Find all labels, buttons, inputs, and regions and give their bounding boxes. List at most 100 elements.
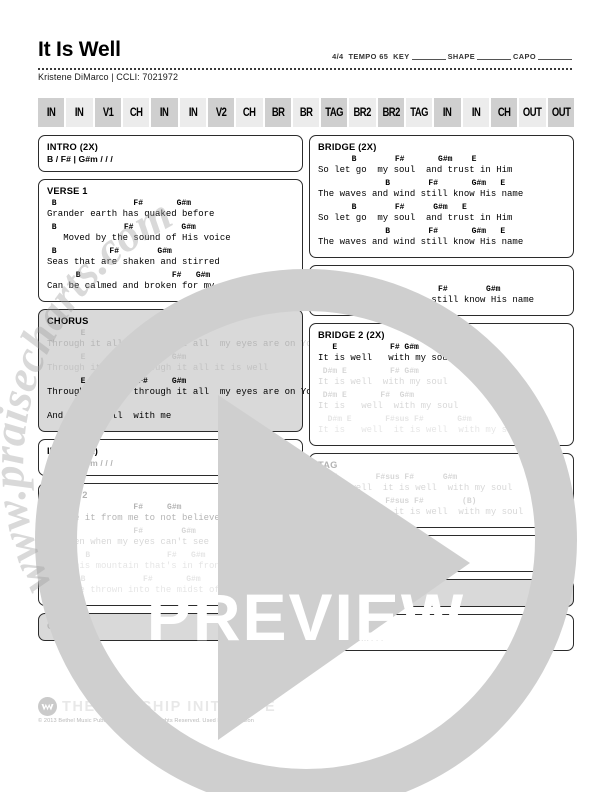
chord-row: F#	[47, 401, 86, 410]
structure-badge-in-5[interactable]: IN	[179, 98, 206, 127]
lyric-line: B F# G#m E So let go my soul and trust in…	[318, 155, 565, 176]
structure-badge-tag-13[interactable]: TAG	[406, 98, 433, 127]
lyric-line: B F# G#m Far be it from me to not believe	[47, 503, 294, 524]
lyric-row: Through it all through it all my eyes ar…	[47, 387, 318, 397]
chord-row: B F# G#m	[47, 271, 211, 280]
lyric-line: B F# G#m E The waves and wind still know …	[318, 179, 565, 200]
section-label: OUTRO (2X)	[318, 621, 374, 631]
chord-row: B F# G#m	[47, 247, 172, 256]
structure-badge-v1-2[interactable]: V1	[94, 98, 121, 127]
structure-badge-ch-16[interactable]: CH	[491, 98, 518, 127]
lyric-line: D#m E F# G#m It is well with my soul	[318, 367, 565, 388]
section-chorus-1: CHORUS E F# G#m Through it all through it…	[38, 309, 318, 432]
lyric-line: F# And it is well with me	[47, 401, 294, 422]
lyric-lines: E F# G#m Through it all through it all my…	[47, 329, 318, 422]
lyric-row: Through it all through it all it is well	[47, 363, 269, 373]
structure-badge-tag-10[interactable]: TAG	[321, 98, 348, 127]
capo-blank[interactable]	[538, 52, 572, 60]
structure-badge-label: IN	[443, 106, 452, 119]
page-footer: THE WORSHIP INITIATIVE © 2013 Bethel Mus…	[38, 697, 574, 724]
lyric-line: E F# G#m It is well with my soul	[318, 343, 565, 364]
structure-badge-br2-12[interactable]: BR2	[377, 98, 405, 127]
lyric-row: Through it all through it all my eyes ar…	[47, 339, 318, 349]
lyric-row: The waves and wind still know His name	[318, 237, 524, 247]
lyric-lines: B F# G#m Grander earth has quaked before …	[47, 199, 294, 292]
chord-row: E F#sus F# G#m	[318, 473, 458, 482]
section-verse-1: VERSE 1 B F# G#m Grander earth has quaked…	[38, 179, 303, 302]
structure-badge-in-1[interactable]: IN	[66, 98, 93, 127]
structure-badge-ch-7[interactable]: CH	[236, 98, 263, 127]
tempo-value: 65	[379, 52, 389, 61]
lyric-row: And it is well with me	[47, 411, 172, 421]
lyric-line: B F# G#m And this mountain that's in fron…	[47, 551, 294, 572]
section-label: INTRO (2X)	[318, 542, 370, 552]
lyric-row: It is well it is well with my soul	[318, 483, 513, 493]
lyric-line: B F# G#m E So let go my soul and trust in…	[318, 203, 565, 224]
chord-row: B F# G#m	[47, 527, 196, 536]
structure-badge-in-4[interactable]: IN	[151, 98, 178, 127]
lyric-line: D#m E F#sus F# G#m It is well it is well …	[318, 415, 565, 436]
chord-row: B F# G#m E	[318, 155, 477, 164]
section-tag-1: TAG B F# G#m The waves and wind still kno…	[309, 265, 574, 316]
shape-blank[interactable]	[477, 52, 512, 60]
right-column: BRIDGE (2X) B F# G#m E So let go my soul …	[309, 135, 574, 658]
structure-badge-label: V1	[102, 106, 114, 119]
lyric-lines: E F#sus F# G#m It is well it is well with…	[318, 473, 565, 518]
structure-badge-v2-6[interactable]: V2	[207, 98, 235, 127]
section-label: INTRO (2X)	[47, 446, 99, 456]
structure-badge-label: IN	[75, 106, 84, 119]
page-header: It Is Well 4/4 TEMPO 65 KEY SHAPE CAPO Kri…	[38, 38, 574, 82]
structure-badge-in-14[interactable]: IN	[434, 98, 461, 127]
section-label: TAG	[318, 272, 338, 282]
section-chorus-2: CHORUS	[38, 613, 303, 641]
lyric-row: It is well with my soul	[318, 353, 454, 363]
lyric-row: Even when my eyes can't see	[47, 537, 210, 547]
lyric-row: It is well with my soul	[318, 401, 459, 411]
structure-badge-label: TAG	[325, 106, 344, 119]
section-label: TAG	[318, 460, 338, 470]
lyric-row: It is well it is well with my soul	[318, 425, 524, 435]
lyric-row: Can be calmed and broken for my regard	[47, 281, 253, 291]
worship-initiative-brand: THE WORSHIP INITIATIVE	[38, 697, 574, 716]
structure-badge-out-18[interactable]: OUT	[547, 98, 574, 127]
section-verse-2: VERSE 2 B F# G#m Far be it from me to not…	[38, 483, 303, 606]
section-intro-1: INTRO (2X) B / F# | G#m / / /	[38, 135, 303, 172]
structure-badge-out-17[interactable]: OUT	[519, 98, 546, 127]
chord-progression: B / F# | G#m / / /	[47, 154, 113, 164]
key-blank[interactable]	[411, 52, 446, 60]
chord-row: B F# G#m	[47, 223, 196, 232]
section-label: CHORUS	[47, 316, 89, 326]
chord-row: D#m E F# G#m	[318, 391, 415, 400]
section-label: CHORUS	[318, 587, 360, 597]
structure-badge-br-9[interactable]: BR	[292, 98, 320, 127]
section-tag-2: TAG E F#sus F# G#m It is well it is well …	[309, 453, 574, 528]
chord-row: D#m E F# G#m	[318, 367, 419, 376]
section-label: BRIDGE (2X)	[318, 142, 377, 152]
lyric-row: Grander earth has quaked before	[47, 209, 215, 219]
structure-badge-br-8[interactable]: BR	[264, 98, 291, 127]
section-label: CHORUS	[47, 621, 89, 631]
lyric-line: B F# G#m Moved by the sound of His voice	[47, 223, 294, 244]
time-signature: 4/4	[332, 52, 344, 61]
section-label: VERSE 2	[47, 490, 88, 500]
chord-row: B F# G#m E	[318, 227, 506, 236]
shape-label: SHAPE	[447, 52, 476, 61]
chord-row: E F# G#m	[318, 343, 419, 352]
lyric-line: D#m E F#sus F# (B) It is well it is well …	[318, 497, 565, 518]
structure-badge-br2-11[interactable]: BR2	[349, 98, 376, 127]
structure-badge-label: IN	[471, 106, 481, 119]
lyric-lines: B F# G#m E So let go my soul and trust in…	[318, 155, 565, 248]
section-intro-3: INTRO (2X) B / F# | G#m / / /	[309, 535, 574, 572]
structure-badge-label: IN	[160, 106, 169, 119]
chord-chart-page: It Is Well 4/4 TEMPO 65 KEY SHAPE CAPO Kri…	[0, 0, 612, 792]
section-outro: OUTRO (2X) B / F# | G#m / / /	[309, 614, 574, 651]
lyric-row: Moved by the sound of His voice	[47, 233, 231, 243]
structure-badge-label: V2	[215, 106, 227, 119]
structure-badge-label: CH	[243, 106, 256, 119]
structure-badge-ch-3[interactable]: CH	[122, 98, 150, 127]
tempo-label: TEMPO	[348, 52, 377, 61]
structure-badge-in-15[interactable]: IN	[462, 98, 489, 127]
structure-badge-label: BR2	[353, 106, 372, 119]
structure-badge-in-0[interactable]: IN	[38, 98, 65, 127]
chord-row: B F# G#m	[47, 503, 182, 512]
